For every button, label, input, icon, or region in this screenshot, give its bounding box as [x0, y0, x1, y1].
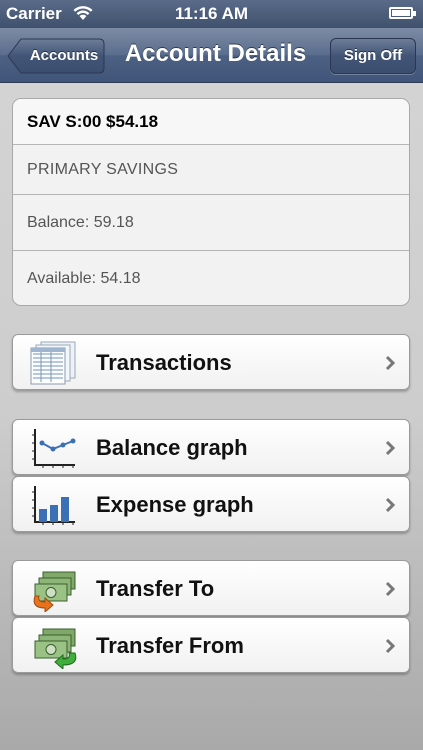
balance-graph-label: Balance graph	[96, 435, 248, 460]
expense-graph-button[interactable]: Expense graph	[12, 476, 410, 532]
transfer-from-button[interactable]: Transfer From	[12, 617, 410, 673]
transactions-label: Transactions	[96, 350, 232, 375]
money-arrow-out-icon	[33, 571, 76, 612]
back-button-accounts[interactable]: Accounts	[7, 38, 105, 74]
chevron-right-icon	[385, 581, 395, 597]
line-chart-icon	[32, 429, 76, 468]
account-available: Available: 54.18	[27, 270, 141, 287]
sign-off-button[interactable]: Sign Off	[330, 38, 416, 74]
account-balance: Balance: 59.18	[13, 195, 409, 251]
expense-graph-label: Expense graph	[96, 492, 254, 517]
transactions-button[interactable]: Transactions	[12, 334, 410, 390]
graphs-group: Balance graph Expense graph	[12, 419, 410, 533]
chevron-right-icon	[385, 355, 395, 371]
transfer-from-label: Transfer From	[96, 633, 244, 658]
account-summary-card: SAV S:00 $54.18 PRIMARY SAVINGS Balance:…	[12, 98, 410, 306]
bar-chart-icon	[32, 486, 75, 525]
money-arrow-in-icon	[34, 628, 77, 669]
transfer-to-button[interactable]: Transfer To	[12, 560, 410, 616]
transfer-to-label: Transfer To	[96, 576, 215, 601]
chevron-right-icon	[385, 497, 395, 513]
transactions-group: Transactions	[12, 334, 410, 391]
status-bar: Carrier 11:16 AM	[0, 0, 423, 28]
clock: 11:16 AM	[174, 4, 249, 23]
battery-icon	[389, 7, 416, 19]
transfers-group: Transfer To Transfer From	[12, 560, 410, 674]
navigation-bar: Accounts Account Details Sign Off	[0, 28, 423, 83]
chevron-right-icon	[385, 440, 395, 456]
chevron-right-icon	[385, 638, 395, 654]
page-title: Account Details	[124, 40, 307, 67]
account-header: SAV S:00 $54.18	[13, 99, 409, 145]
ledger-icon	[30, 341, 76, 385]
account-name: PRIMARY SAVINGS	[13, 145, 409, 195]
back-button-label: Accounts	[29, 47, 99, 64]
balance-graph-button[interactable]: Balance graph	[12, 419, 410, 475]
